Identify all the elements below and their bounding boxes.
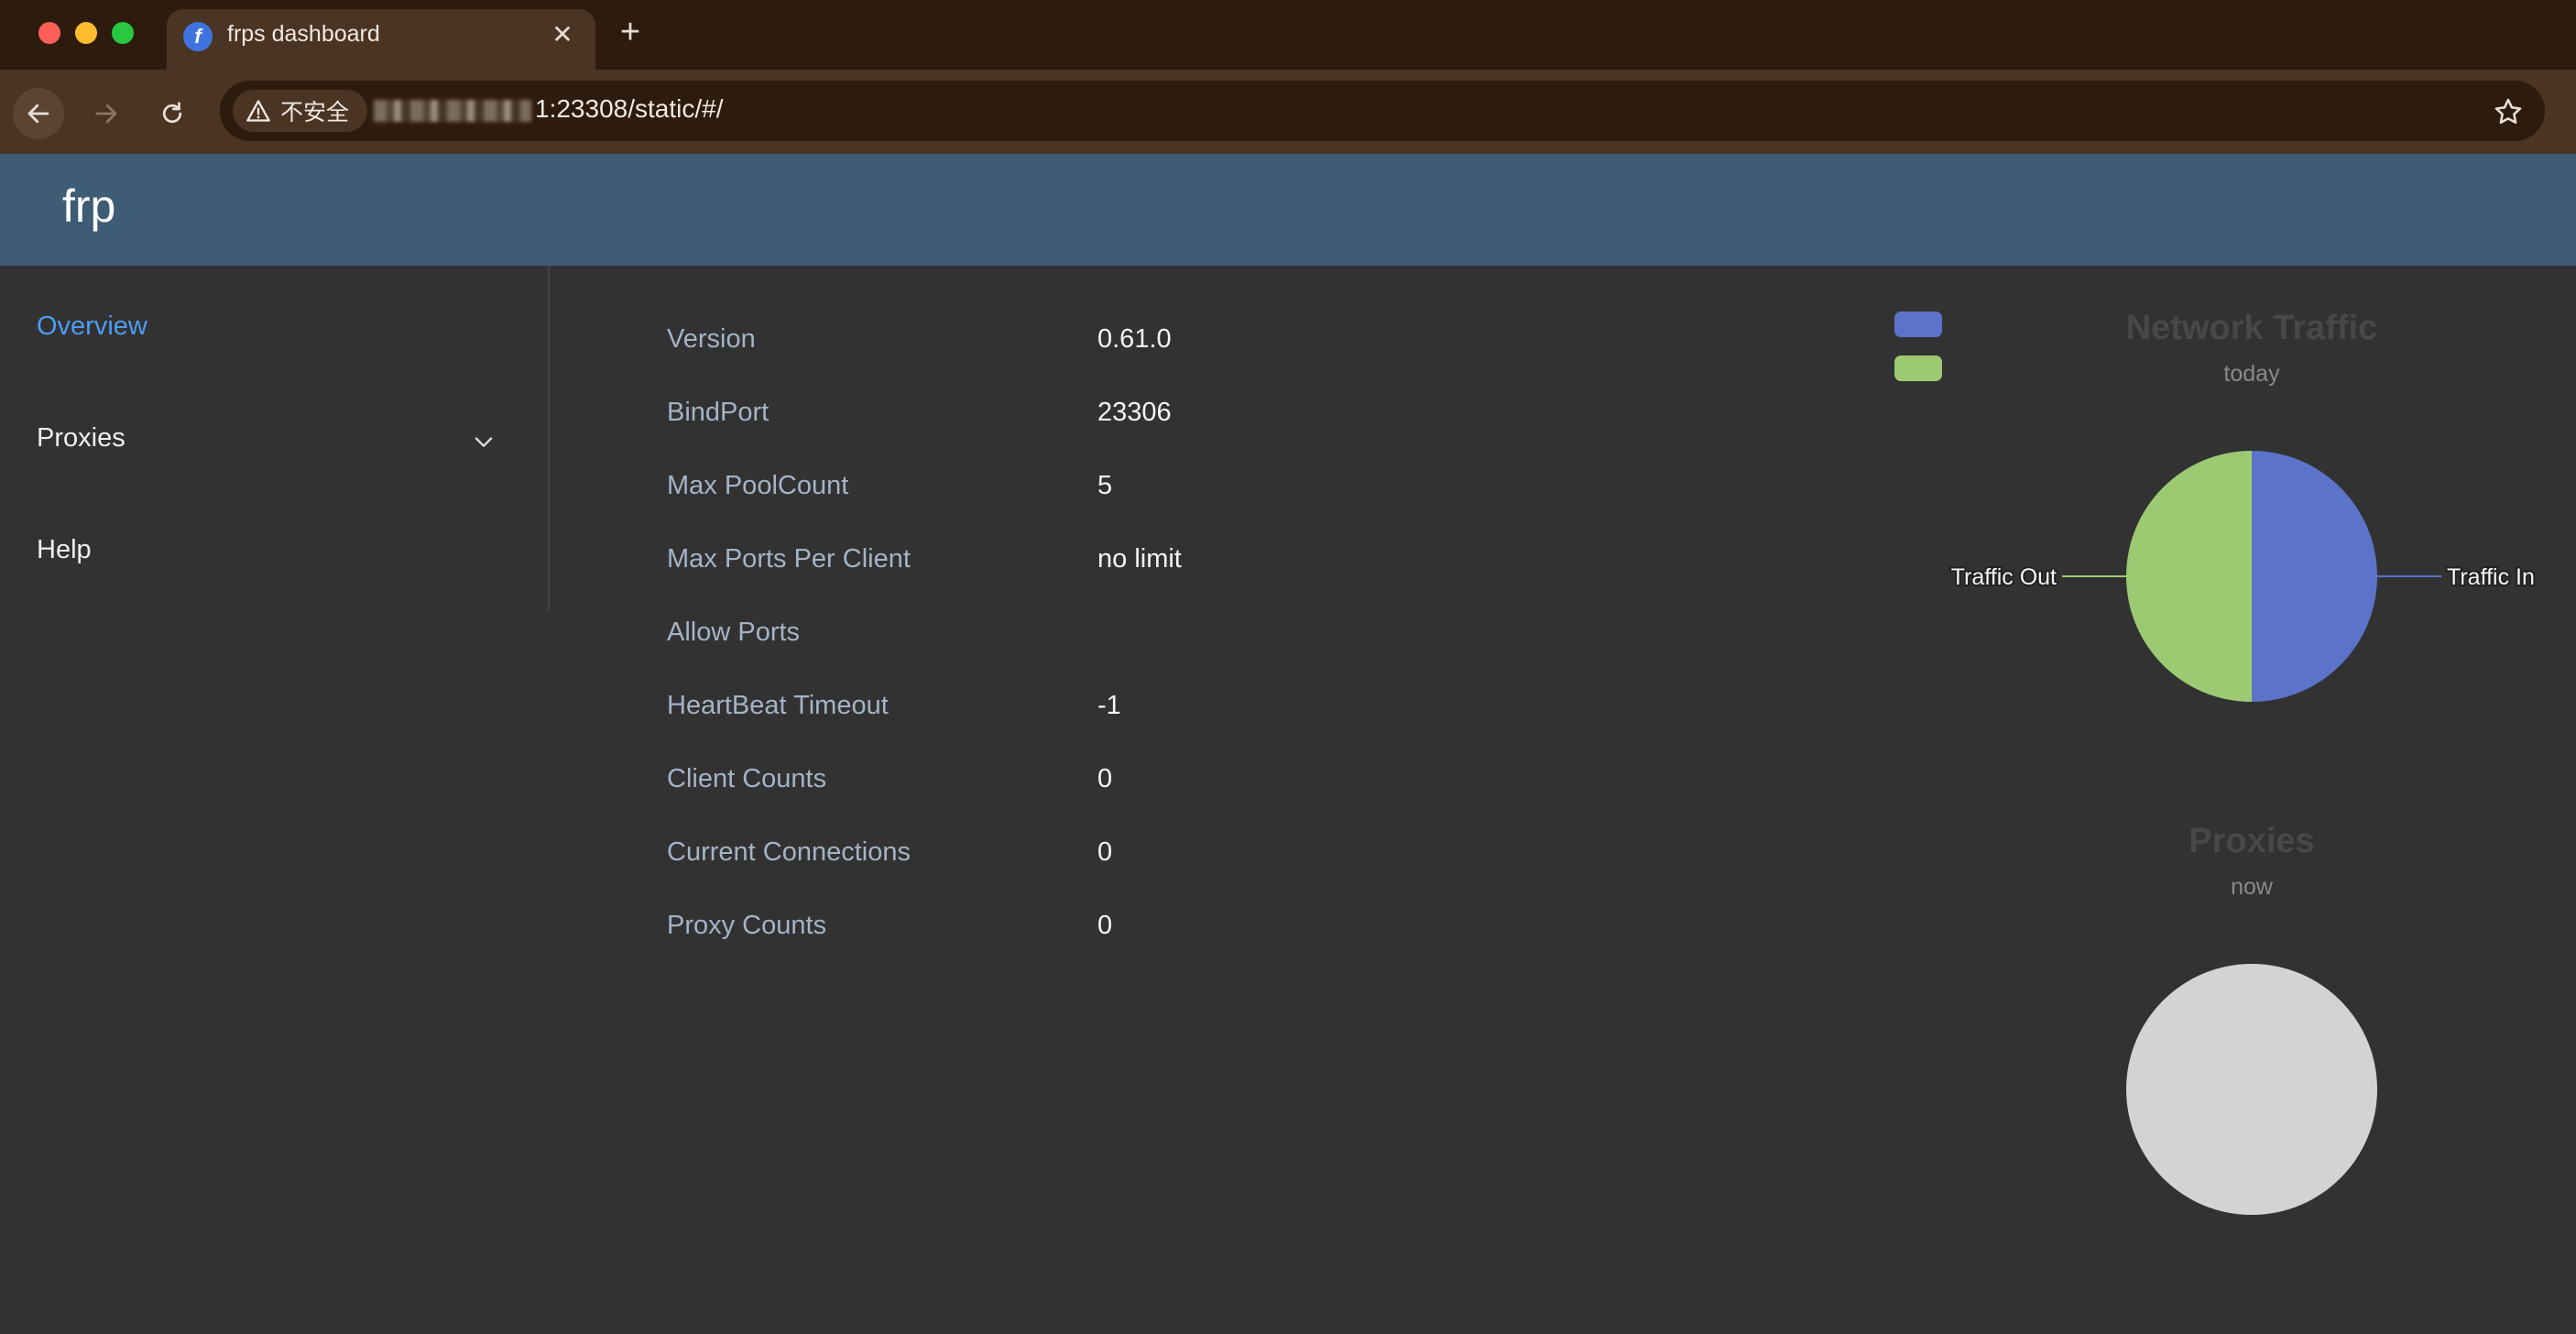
empty-pie-circle [2126,964,2377,1215]
network-traffic-title: Network Traffic [2126,309,2378,347]
network-traffic-chart: Network Traffic today Traffic InTraffic … [1894,309,2537,702]
proxies-chart-title: Proxies [2189,822,2314,860]
pie-label-traffic-out: Traffic Out [1951,564,2057,590]
proxies-chart: Proxies now [2126,822,2377,1215]
charts-area: Network Traffic today Traffic InTraffic … [1894,309,2537,1215]
pie-slice-traffic-in[interactable] [2252,451,2377,702]
pie-label-traffic-in: Traffic In [2447,564,2535,590]
legend-swatch-traffic-out[interactable] [1894,355,1942,381]
network-traffic-pie: Traffic In Traffic Out [1949,451,2537,702]
proxies-chart-subtitle: now [2231,874,2274,900]
legend-swatch-traffic-in[interactable] [1894,312,1942,337]
network-traffic-subtitle: today [2223,361,2280,387]
pie-slice-traffic-out[interactable] [2126,451,2252,702]
proxies-pie [2126,964,2377,1215]
